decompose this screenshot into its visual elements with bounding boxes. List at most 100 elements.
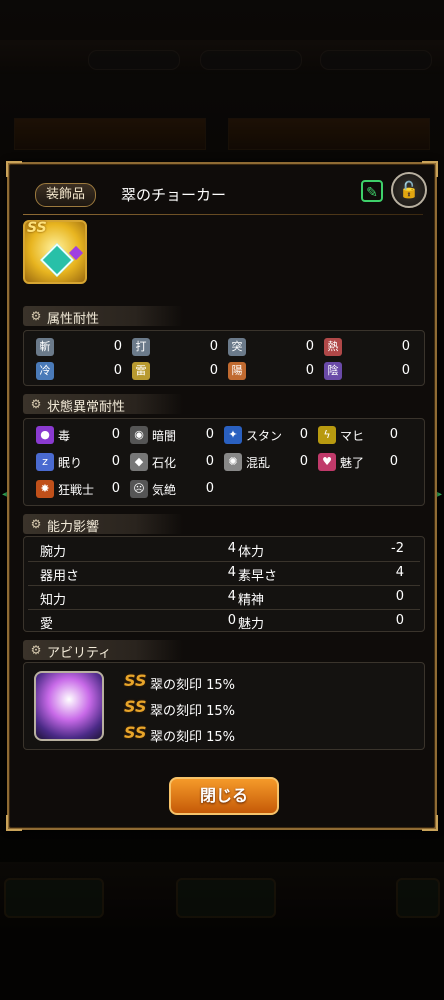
ss-rank-icon: SS (124, 671, 147, 690)
ability-box: SS 翠の刻印 15% SS 翠の刻印 15% SS 翠の刻印 15% (23, 662, 425, 750)
attr-resist-cell: 突 0 (228, 336, 314, 358)
stat-value: 0 (395, 589, 404, 604)
attr-resist-cell: 熱 0 (324, 336, 410, 358)
stat-value: 4 (395, 565, 404, 580)
gear-icon: ⚙ (30, 643, 42, 657)
status-name: 眠り (58, 456, 83, 470)
stat-name: 体力 (238, 545, 265, 560)
stat-row: 腕力 4 体力 -2 (28, 537, 420, 562)
close-button[interactable]: 閉じる (169, 777, 279, 815)
attr-resist-cell: 雷 0 (132, 360, 218, 382)
status-name: 狂戦士 (58, 483, 95, 497)
stat-value: 4 (227, 541, 236, 556)
attr-strike-icon: 打 (132, 338, 150, 356)
attr-value: 0 (305, 363, 314, 378)
stat-name: 魅力 (238, 617, 265, 632)
status-value: 0 (111, 481, 120, 496)
status-resist-cell: z 眠り 0 (36, 451, 120, 473)
stat-row: 愛 0 魅力 0 (28, 609, 420, 633)
darkness-icon: ◉ (130, 426, 148, 444)
status-resist-cell: ☹ 気絶 0 (130, 478, 214, 500)
status-resist-cell: ✦ スタン 0 (224, 424, 308, 446)
stat-name: 精神 (238, 593, 265, 608)
faint-icon: ☹ (130, 480, 148, 498)
status-value: 0 (299, 427, 308, 442)
section-status-resist: ⚙ 状態異常耐性 (23, 394, 183, 415)
attr-value: 0 (113, 339, 122, 354)
status-value: 0 (111, 454, 120, 469)
status-name: 暗闇 (152, 429, 177, 443)
ability-text: 翠の刻印 15% (150, 730, 236, 745)
stat-row: 知力 4 精神 0 (28, 585, 420, 610)
ss-rank-icon: SS (124, 697, 147, 716)
petrify-icon: ◆ (130, 453, 148, 471)
status-resist-cell: ♥ 魅了 0 (318, 451, 398, 473)
title-divider (23, 214, 423, 215)
section-ability-effect: ⚙ 能力影響 (23, 514, 183, 535)
stat-value: -2 (391, 541, 404, 556)
attr-value: 0 (401, 363, 410, 378)
stat-name: 素早さ (238, 569, 278, 584)
gear-icon: ⚙ (30, 397, 42, 411)
attr-pierce-icon: 突 (228, 338, 246, 356)
poison-icon: ● (36, 426, 54, 444)
stats-box: 腕力 4 体力 -2 器用さ 4 素早さ 4 知力 4 精神 0 愛 0 魅力 … (23, 536, 425, 632)
frame-corner (6, 161, 22, 177)
status-resist-cell: ● 毒 0 (36, 424, 120, 446)
attr-shadow-icon: 陰 (324, 362, 342, 380)
berserk-icon: ✸ (36, 480, 54, 498)
status-value: 0 (299, 454, 308, 469)
status-resist-box: ● 毒 0 ◉ 暗闇 0 ✦ スタン 0 ϟ マヒ 0 z 眠り 0 ◆ 石化 … (23, 418, 425, 506)
item-name: 翠のチョーカー (121, 186, 227, 204)
stat-name: 知力 (40, 593, 67, 608)
attr-resist-cell: 打 0 (132, 336, 218, 358)
stat-name: 愛 (40, 617, 54, 632)
status-value: 0 (205, 481, 214, 496)
attr-thunder-icon: 雷 (132, 362, 150, 380)
status-name: 毒 (58, 429, 71, 443)
frame-corner (6, 815, 22, 831)
status-resist-cell: ✸ 狂戦士 0 (36, 478, 120, 500)
stat-value: 4 (227, 589, 236, 604)
status-name: 混乱 (246, 456, 271, 470)
sleep-icon: z (36, 453, 54, 471)
status-resist-cell: ✺ 混乱 0 (224, 451, 308, 473)
status-value: 0 (389, 454, 398, 469)
status-name: スタン (246, 429, 283, 443)
section-label: 属性耐性 (47, 312, 100, 327)
attr-resist-cell: 陽 0 (228, 360, 314, 382)
charm-icon: ♥ (318, 453, 336, 471)
stat-name: 腕力 (40, 545, 67, 560)
attr-cold-icon: 冷 (36, 362, 54, 380)
paralysis-icon: ϟ (318, 426, 336, 444)
status-resist-cell: ◉ 暗闇 0 (130, 424, 214, 446)
edit-icon[interactable]: ✎ (361, 180, 383, 202)
status-value: 0 (205, 427, 214, 442)
status-resist-cell: ϟ マヒ 0 (318, 424, 398, 446)
item-icon: SS (23, 220, 87, 284)
item-detail-dialog: 装飾品 翠のチョーカー ✎ 🔓 SS ⚙ 属性耐性 斬 0 打 0 突 0 熱 … (6, 161, 438, 831)
attr-value: 0 (209, 339, 218, 354)
ability-text: 翠の刻印 15% (150, 678, 236, 693)
status-name: 気絶 (152, 483, 177, 497)
attr-sun-icon: 陽 (228, 362, 246, 380)
stat-value: 0 (395, 613, 404, 628)
category-badge: 装飾品 (35, 183, 97, 207)
attr-value: 0 (113, 363, 122, 378)
section-label: 能力影響 (47, 520, 100, 535)
section-attr-resist: ⚙ 属性耐性 (23, 306, 183, 327)
attr-value: 0 (401, 339, 410, 354)
attr-heat-icon: 熱 (324, 338, 342, 356)
stat-value: 0 (227, 613, 236, 628)
gem-icon (40, 243, 74, 277)
section-ability: ⚙ アビリティ (23, 640, 183, 661)
status-name: マヒ (340, 429, 365, 443)
gear-icon: ⚙ (30, 517, 42, 531)
stat-name: 器用さ (40, 569, 80, 584)
status-resist-cell: ◆ 石化 0 (130, 451, 214, 473)
stat-value: 4 (227, 565, 236, 580)
unlock-icon[interactable]: 🔓 (391, 172, 427, 208)
ss-rank-icon: SS (124, 723, 147, 742)
attr-value: 0 (209, 363, 218, 378)
ability-text: 翠の刻印 15% (150, 704, 236, 719)
